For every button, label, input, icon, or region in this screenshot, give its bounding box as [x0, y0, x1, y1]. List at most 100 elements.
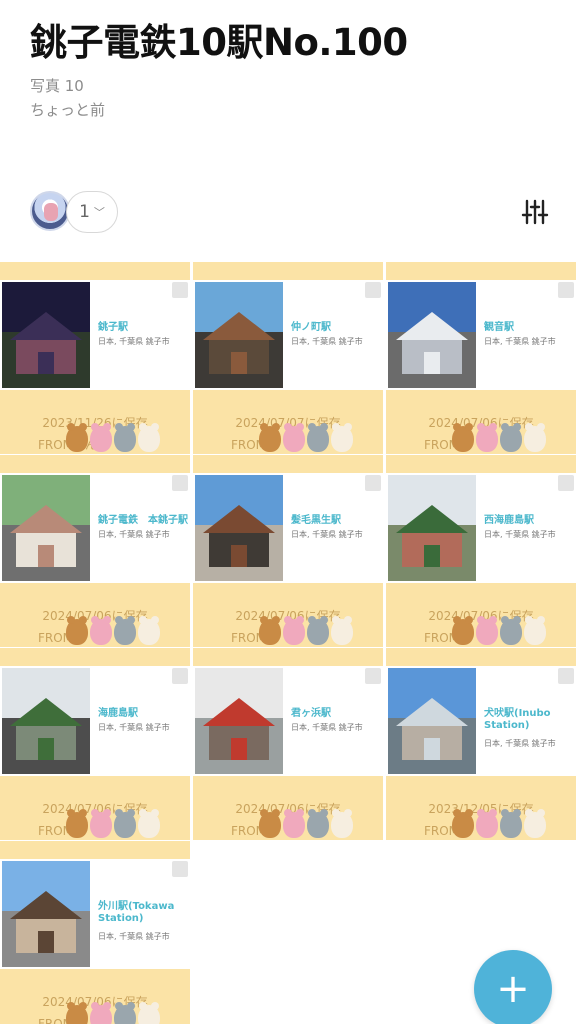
saved-note: 2024/07/06に保存 FROM： [0, 776, 190, 840]
station-address: 日本, 千葉県 銚子市 [98, 530, 170, 539]
photo-thumbnail[interactable] [2, 668, 90, 774]
saved-note: 2023/12/05に保存 FROM： [386, 776, 576, 840]
select-checkbox[interactable] [365, 668, 381, 684]
photo-card[interactable]: 銚子駅 日本, 千葉県 銚子市 2023/11/26に保存 FROM：ん [0, 262, 190, 454]
card-top-band [193, 648, 383, 666]
photo-thumbnail[interactable] [195, 475, 283, 581]
brown-bear-sticker [66, 809, 88, 838]
station-address: 日本, 千葉県 銚子市 [291, 723, 363, 732]
white-bear-sticker [138, 1002, 160, 1024]
photo-card[interactable]: 銚子電鉄 本銚子駅 日本, 千葉県 銚子市 2024/07/06に保存 FROM… [0, 455, 190, 647]
brown-bear-sticker [66, 423, 88, 452]
saved-note: 2024/07/07に保存 FROM： [193, 390, 383, 454]
photo-card[interactable]: 君ヶ浜駅 日本, 千葉県 銚子市 2024/07/06に保存 FROM： [193, 648, 383, 840]
photo-card[interactable]: 犬吠駅(Inubo Station) 日本, 千葉県 銚子市 2023/12/0… [386, 648, 576, 840]
white-bear-sticker [138, 423, 160, 452]
bear-stickers [259, 616, 353, 647]
photo-thumbnail[interactable] [2, 282, 90, 388]
bear-stickers [452, 809, 546, 840]
gray-bear-sticker [307, 423, 329, 452]
station-address: 日本, 千葉県 銚子市 [98, 337, 170, 346]
card-panel: 仲ノ町駅 日本, 千葉県 銚子市 [193, 280, 383, 390]
card-top-band [386, 648, 576, 666]
brown-bear-sticker [66, 1002, 88, 1024]
photo-thumbnail[interactable] [388, 475, 476, 581]
station-name: 海鹿島駅 [98, 708, 138, 719]
select-checkbox[interactable] [558, 475, 574, 491]
brown-bear-sticker [259, 616, 281, 645]
select-checkbox[interactable] [172, 668, 188, 684]
photo-thumbnail[interactable] [388, 668, 476, 774]
photo-card[interactable]: 海鹿島駅 日本, 千葉県 銚子市 2024/07/06に保存 FROM： [0, 648, 190, 840]
select-checkbox[interactable] [172, 282, 188, 298]
photo-card[interactable]: 外川駅(Tokawa Station) 日本, 千葉県 銚子市 2024/07/… [0, 841, 190, 1024]
card-top-band [0, 455, 190, 473]
station-address: 日本, 千葉県 銚子市 [291, 337, 363, 346]
card-panel: 君ヶ浜駅 日本, 千葉県 銚子市 [193, 666, 383, 776]
select-checkbox[interactable] [172, 475, 188, 491]
white-bear-sticker [331, 616, 353, 645]
station-name: 銚子電鉄 本銚子駅 [98, 515, 188, 526]
station-address: 日本, 千葉県 銚子市 [98, 932, 170, 941]
saved-note: 2024/07/06に保存 FROM： [386, 583, 576, 647]
photo-card[interactable]: 観音駅 日本, 千葉県 銚子市 2024/07/06に保存 FROM： [386, 262, 576, 454]
card-top-band [386, 455, 576, 473]
card-top-band [193, 455, 383, 473]
card-top-band [0, 841, 190, 859]
card-panel: 銚子駅 日本, 千葉県 銚子市 [0, 280, 190, 390]
saved-note: 2023/11/26に保存 FROM：ん [0, 390, 190, 454]
select-checkbox[interactable] [172, 861, 188, 877]
photo-card[interactable]: 西海鹿島駅 日本, 千葉県 銚子市 2024/07/06に保存 FROM： [386, 455, 576, 647]
plus-icon: + [496, 966, 530, 1012]
select-checkbox[interactable] [365, 475, 381, 491]
add-photo-button[interactable]: + [474, 950, 552, 1024]
brown-bear-sticker [452, 809, 474, 838]
card-panel: 海鹿島駅 日本, 千葉県 銚子市 [0, 666, 190, 776]
gray-bear-sticker [114, 616, 136, 645]
select-checkbox[interactable] [558, 668, 574, 684]
card-top-band [0, 648, 190, 666]
member-count-button[interactable]: 1 ﹀ [66, 191, 118, 233]
avatar[interactable] [30, 191, 70, 231]
saved-note: 2024/07/06に保存 FROM： [0, 583, 190, 647]
gray-bear-sticker [307, 809, 329, 838]
filter-button[interactable] [520, 198, 550, 226]
gray-bear-sticker [500, 616, 522, 645]
photo-thumbnail[interactable] [195, 668, 283, 774]
brown-bear-sticker [452, 616, 474, 645]
station-name: 外川駅(Tokawa Station) [98, 901, 175, 924]
saved-note: 2024/07/06に保存 FROM： [193, 776, 383, 840]
album-title: 銚子電鉄10駅No.100 [30, 21, 408, 64]
card-top-band [0, 262, 190, 280]
photo-thumbnail[interactable] [388, 282, 476, 388]
pink-bear-sticker [283, 809, 305, 838]
card-panel: 髪毛黒生駅 日本, 千葉県 銚子市 [193, 473, 383, 583]
select-checkbox[interactable] [365, 282, 381, 298]
photo-thumbnail[interactable] [195, 282, 283, 388]
station-name: 犬吠駅(Inubo Station) [484, 708, 551, 731]
bear-stickers [259, 423, 353, 454]
gray-bear-sticker [500, 809, 522, 838]
photo-card[interactable]: 髪毛黒生駅 日本, 千葉県 銚子市 2024/07/06に保存 FROM： [193, 455, 383, 647]
bear-stickers [66, 809, 160, 840]
brown-bear-sticker [66, 616, 88, 645]
white-bear-sticker [331, 423, 353, 452]
pink-bear-sticker [476, 616, 498, 645]
photo-thumbnail[interactable] [2, 861, 90, 967]
photo-thumbnail[interactable] [2, 475, 90, 581]
photo-card[interactable]: 仲ノ町駅 日本, 千葉県 銚子市 2024/07/07に保存 FROM： [193, 262, 383, 454]
card-top-band [386, 262, 576, 280]
station-name: 観音駅 [484, 322, 514, 333]
pink-bear-sticker [90, 1002, 112, 1024]
white-bear-sticker [138, 616, 160, 645]
card-panel: 犬吠駅(Inubo Station) 日本, 千葉県 銚子市 [386, 666, 576, 776]
station-address: 日本, 千葉県 銚子市 [484, 739, 556, 748]
bear-stickers [452, 423, 546, 454]
card-top-band [193, 262, 383, 280]
brown-bear-sticker [259, 423, 281, 452]
pink-bear-sticker [476, 423, 498, 452]
select-checkbox[interactable] [558, 282, 574, 298]
bear-stickers [452, 616, 546, 647]
pink-bear-sticker [90, 809, 112, 838]
white-bear-sticker [524, 423, 546, 452]
